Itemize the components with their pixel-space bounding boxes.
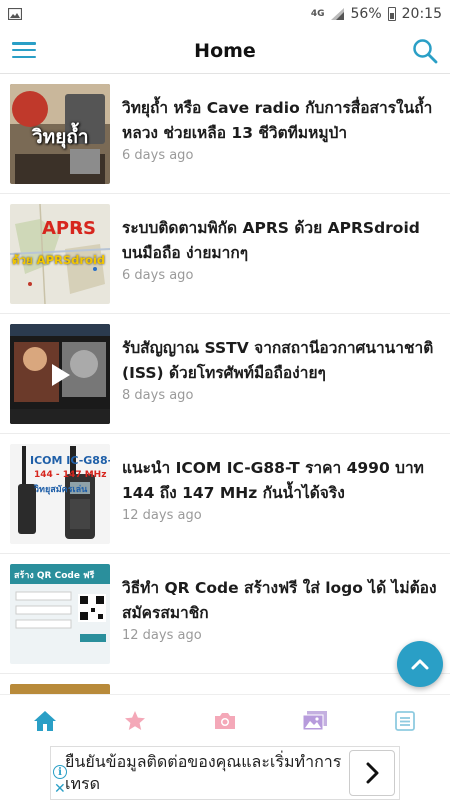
status-right: 4G 56% 20:15 (311, 6, 442, 22)
article-thumbnail (10, 684, 110, 694)
list-item[interactable]: สร้าง QR Code ฟรี วิธีทำ QR Code สร้างฟร… (0, 554, 450, 674)
ad-info-icon[interactable]: i (53, 765, 67, 779)
ad-open-button[interactable] (349, 750, 395, 796)
article-thumbnail (10, 324, 110, 424)
list-icon (395, 710, 415, 731)
article-time: 6 days ago (122, 268, 194, 283)
article-text: รับสัญญาณ SSTV จากสถานีอวกาศนานาชาติ (IS… (122, 336, 438, 403)
article-text: วิทยุถ้ำ หรือ Cave radio กับการสื่อสารใน… (122, 96, 438, 163)
nav-camera[interactable] (180, 695, 270, 746)
thumbnail-caption: วิทยุสมัครเล่น (34, 485, 88, 495)
thumbnail-caption: ด้วย APRSdroid (12, 253, 106, 267)
list-item[interactable]: วิทยุถ้ำ วิทยุถ้ำ หรือ Cave radio กับการ… (0, 74, 450, 194)
nav-list[interactable] (360, 695, 450, 746)
article-thumbnail: วิทยุถ้ำ (10, 84, 110, 184)
bottom-nav (0, 694, 450, 746)
scroll-top-button[interactable] (397, 641, 443, 687)
article-title[interactable]: รับสัญญาณ SSTV จากสถานีอวกาศนานาชาติ (IS… (122, 336, 438, 386)
article-title[interactable]: แนะนำ ICOM IC-G88-T ราคา 4990 บาท 144 ถึ… (122, 456, 438, 506)
article-title[interactable]: วิทยุถ้ำ หรือ Cave radio กับการสื่อสารใน… (122, 96, 438, 146)
thumbnail-caption: วิทยุถ้ำ (32, 126, 89, 148)
article-title[interactable]: ระบบติดตามพิกัด APRS ด้วย APRSdroid บนมื… (122, 216, 438, 266)
article-time: 12 days ago (122, 508, 202, 523)
article-thumbnail: ICOM IC-G88-T 144 - 147 MHz วิทยุสมัครเล… (10, 444, 110, 544)
battery-percent: 56% (350, 6, 382, 22)
list-item[interactable]: รับสัญญาณ SSTV จากสถานีอวกาศนานาชาติ (IS… (0, 314, 450, 434)
nav-favorites[interactable] (90, 695, 180, 746)
network-type: 4G (310, 8, 325, 19)
thumbnail-caption: 144 - 147 MHz (34, 470, 107, 480)
app-bar: Home (0, 28, 450, 74)
article-thumbnail: สร้าง QR Code ฟรี (10, 564, 110, 664)
chevron-right-icon (366, 762, 379, 784)
status-bar: 4G 56% 20:15 (0, 0, 450, 28)
thumbnail-caption: ICOM IC-G88-T (30, 454, 110, 467)
list-item[interactable]: ICOM IC-G88-T 144 - 147 MHz วิทยุสมัครเล… (0, 434, 450, 554)
thumbnail-caption: APRS (42, 218, 96, 239)
ad-close-icon[interactable]: ✕ (54, 782, 66, 796)
article-time: 6 days ago (122, 148, 194, 163)
nav-gallery[interactable] (270, 695, 360, 746)
article-time: 8 days ago (122, 388, 194, 403)
list-item[interactable] (0, 674, 450, 694)
status-left (8, 8, 22, 20)
home-icon (34, 710, 56, 731)
images-icon (302, 710, 327, 730)
article-time: 12 days ago (122, 628, 202, 643)
nav-home[interactable] (0, 695, 90, 746)
article-text: แนะนำ ICOM IC-G88-T ราคา 4990 บาท 144 ถึ… (122, 456, 438, 523)
article-thumbnail: APRS ด้วย APRSdroid (10, 204, 110, 304)
ad-text[interactable]: ยืนยันข้อมูลติดต่อของคุณและเริ่มทำการเทร… (51, 751, 349, 795)
article-text: วิธีทำ QR Code สร้างฟรี ใส่ logo ได้ ไม่… (122, 576, 438, 643)
menu-icon[interactable] (12, 40, 36, 60)
signal-icon (330, 8, 344, 20)
article-title[interactable]: วิธีทำ QR Code สร้างฟรี ใส่ logo ได้ ไม่… (122, 576, 438, 626)
battery-icon (387, 7, 396, 21)
chevron-up-icon (411, 659, 429, 670)
search-icon[interactable] (412, 38, 438, 64)
gallery-notification-icon (8, 8, 22, 20)
article-feed[interactable]: วิทยุถ้ำ วิทยุถ้ำ หรือ Cave radio กับการ… (0, 74, 450, 694)
camera-icon (215, 712, 235, 729)
article-text: ระบบติดตามพิกัด APRS ด้วย APRSdroid บนมื… (122, 216, 438, 283)
clock: 20:15 (401, 6, 442, 22)
list-item[interactable]: APRS ด้วย APRSdroid ระบบติดตามพิกัด APRS… (0, 194, 450, 314)
star-icon (125, 710, 145, 730)
page-title: Home (194, 39, 256, 62)
thumbnail-caption: สร้าง QR Code ฟรี (14, 571, 95, 581)
ad-banner[interactable]: i ✕ ยืนยันข้อมูลติดต่อของคุณและเริ่มทำกา… (50, 746, 400, 800)
